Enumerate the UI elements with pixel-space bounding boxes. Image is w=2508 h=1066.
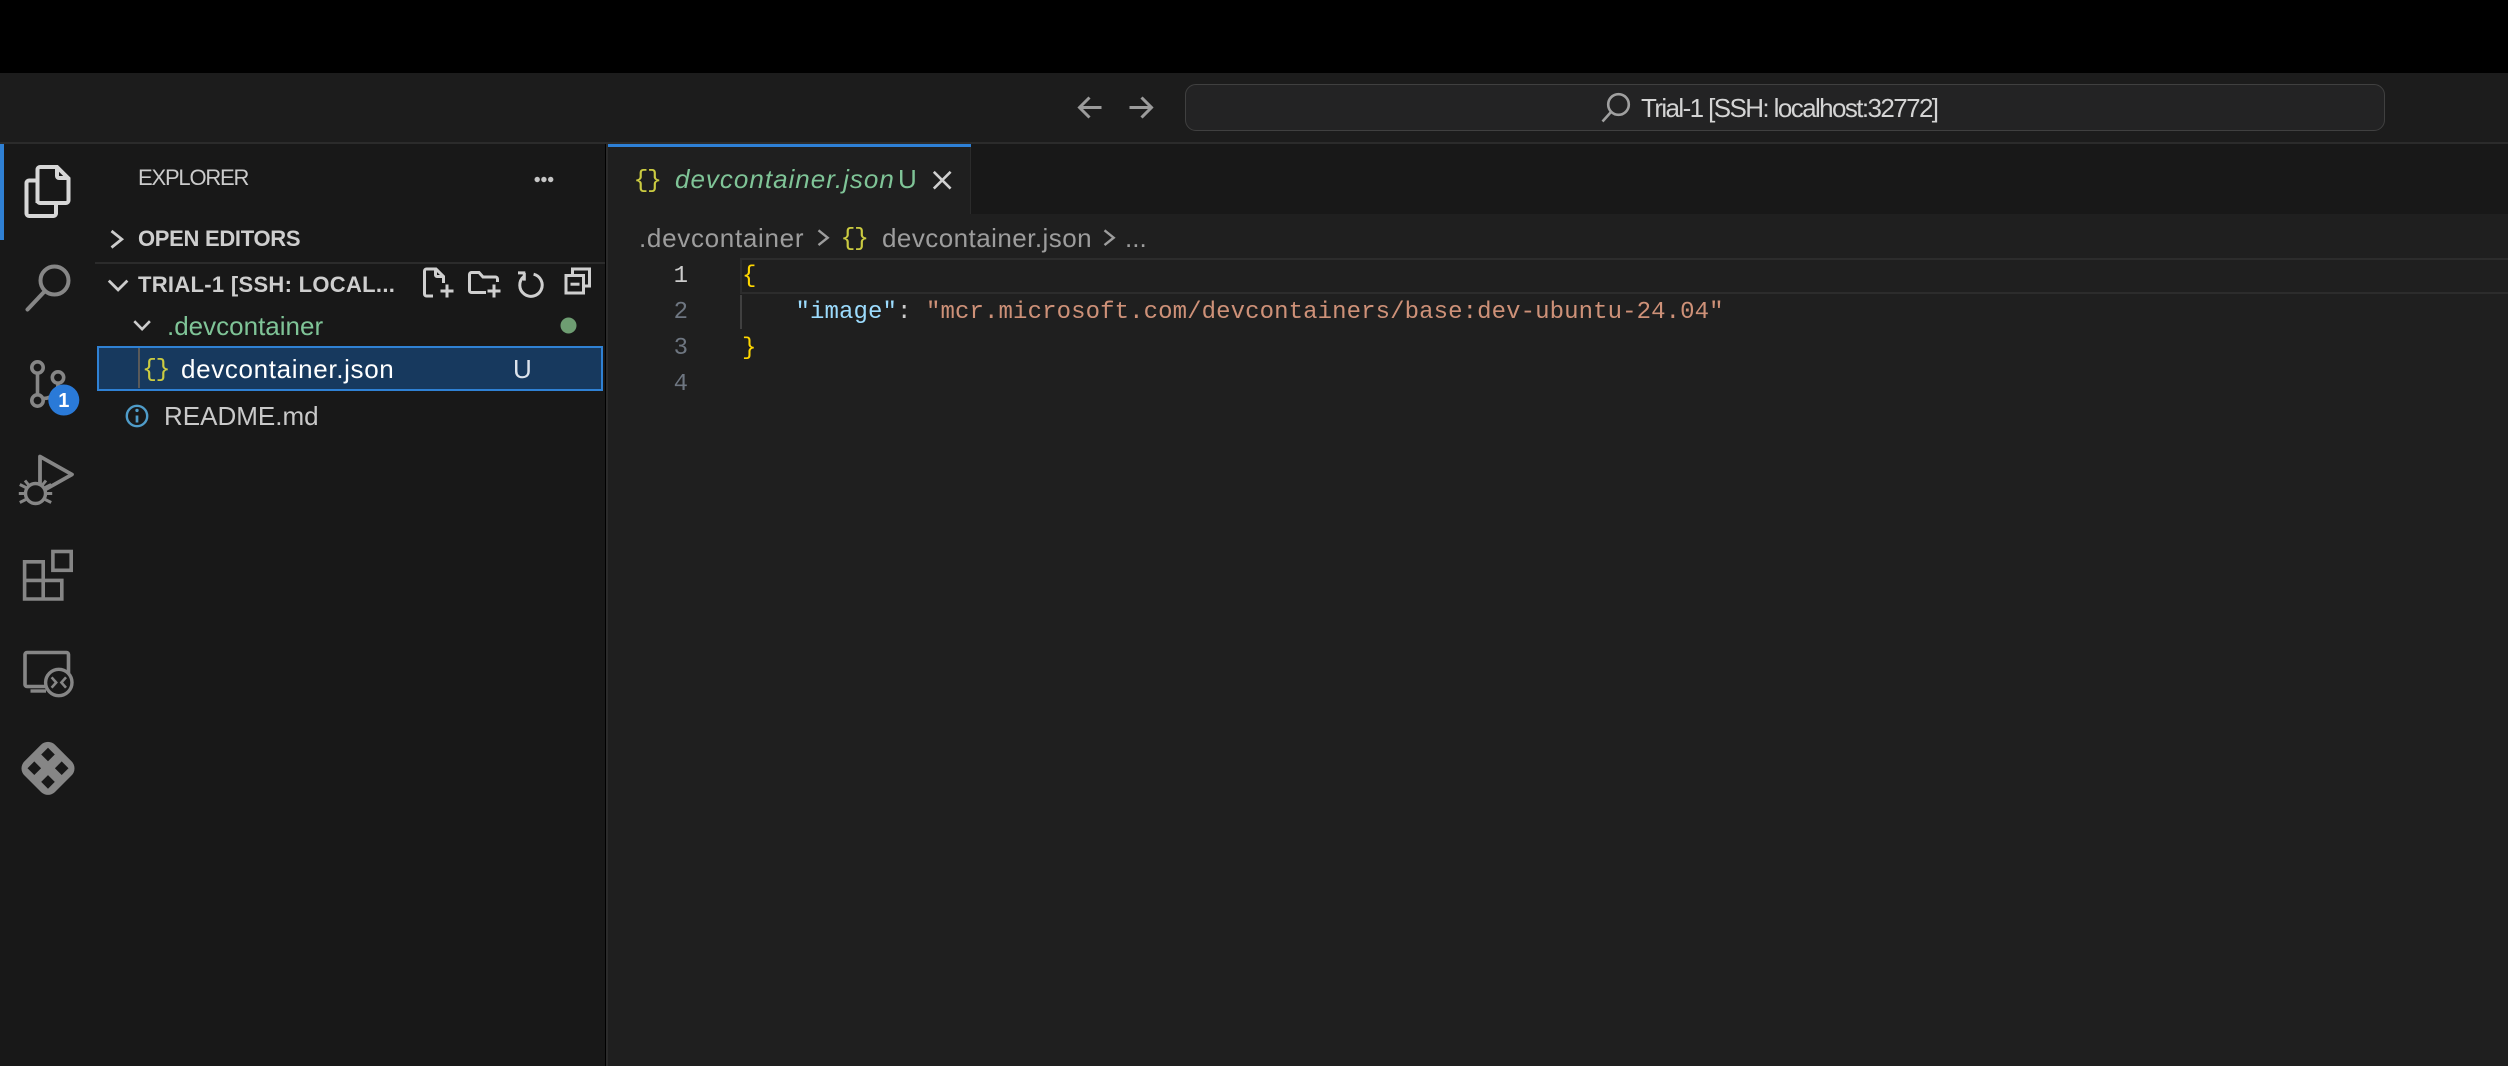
svg-text:1: 1 <box>58 390 69 412</box>
